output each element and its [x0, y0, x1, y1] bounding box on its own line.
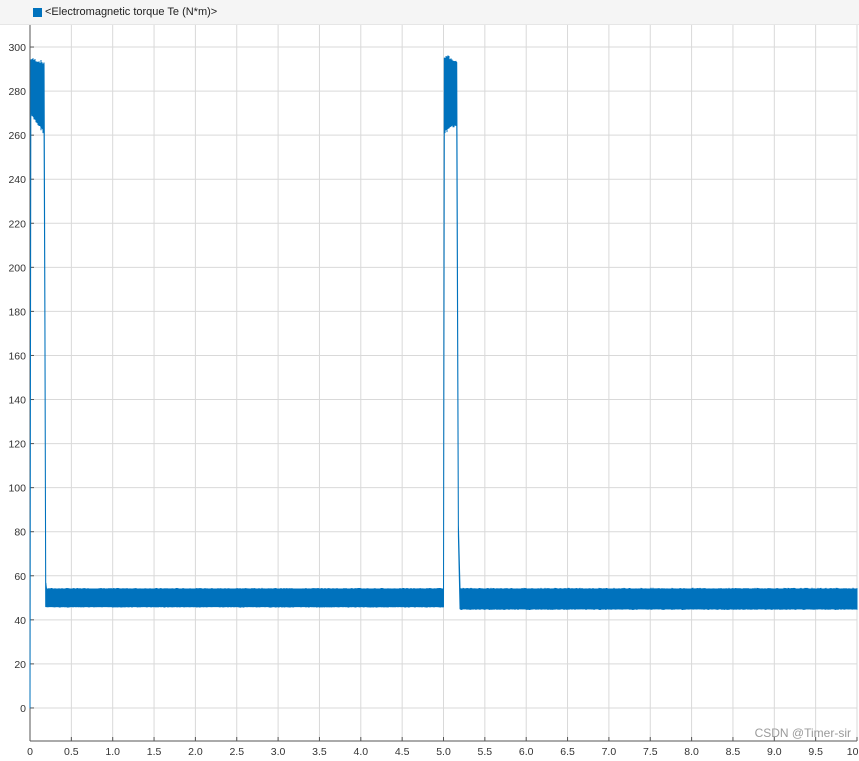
y-tick-label: 40: [14, 615, 26, 627]
x-tick-label: 6.5: [560, 746, 575, 758]
x-tick-label: 5.5: [478, 746, 493, 758]
x-tick-label: 4.5: [395, 746, 410, 758]
x-tick-label: 4.0: [353, 746, 368, 758]
y-tick-label: 0: [20, 703, 26, 715]
x-tick-label: 0: [27, 746, 33, 758]
y-tick-label: 60: [14, 571, 26, 583]
chart-root: <Electromagnetic torque Te (N*m)> 0 0.5 1.…: [0, 0, 859, 761]
x-tick-label: 2.5: [229, 746, 244, 758]
x-tick-label: 2.0: [188, 746, 203, 758]
y-tick-label: 280: [8, 86, 26, 98]
y-tick-label: 80: [14, 527, 26, 539]
x-tick-label: 1.0: [105, 746, 120, 758]
y-tick-label: 120: [8, 439, 26, 451]
x-tick-label: 7.0: [602, 746, 617, 758]
x-tick-label: 7.5: [643, 746, 658, 758]
y-tick-label: 20: [14, 659, 26, 671]
y-tick-label: 140: [8, 395, 26, 407]
y-tick-label: 300: [8, 42, 26, 54]
x-tick-label: 10.0: [847, 746, 859, 758]
y-tick-label: 260: [8, 130, 26, 142]
x-tick-label: 8.5: [726, 746, 741, 758]
watermark: CSDN @Timer-sir: [755, 726, 851, 740]
y-tick-label: 240: [8, 174, 26, 186]
x-tick-label: 8.0: [684, 746, 699, 758]
y-tick-label: 180: [8, 306, 26, 318]
y-tick-label: 100: [8, 483, 26, 495]
plot-area: 0 0.5 1.0 1.5 2.0 2.5 3.0 3.5 4.0 4.5 5.0 5.5 6.0 6.5…: [8, 25, 859, 758]
x-tick-label: 5.0: [436, 746, 451, 758]
x-tick-label: 0.5: [64, 746, 79, 758]
x-tick-label: 6.0: [519, 746, 534, 758]
y-tick-label: 220: [8, 218, 26, 230]
x-tick-label: 9.5: [808, 746, 823, 758]
y-tick-label: 160: [8, 350, 26, 362]
x-tick-label: 3.5: [312, 746, 327, 758]
x-tick-label: 1.5: [147, 746, 162, 758]
y-tick-label: 200: [8, 262, 26, 274]
x-tick-label: 9.0: [767, 746, 782, 758]
x-tick-label: 3.0: [271, 746, 286, 758]
